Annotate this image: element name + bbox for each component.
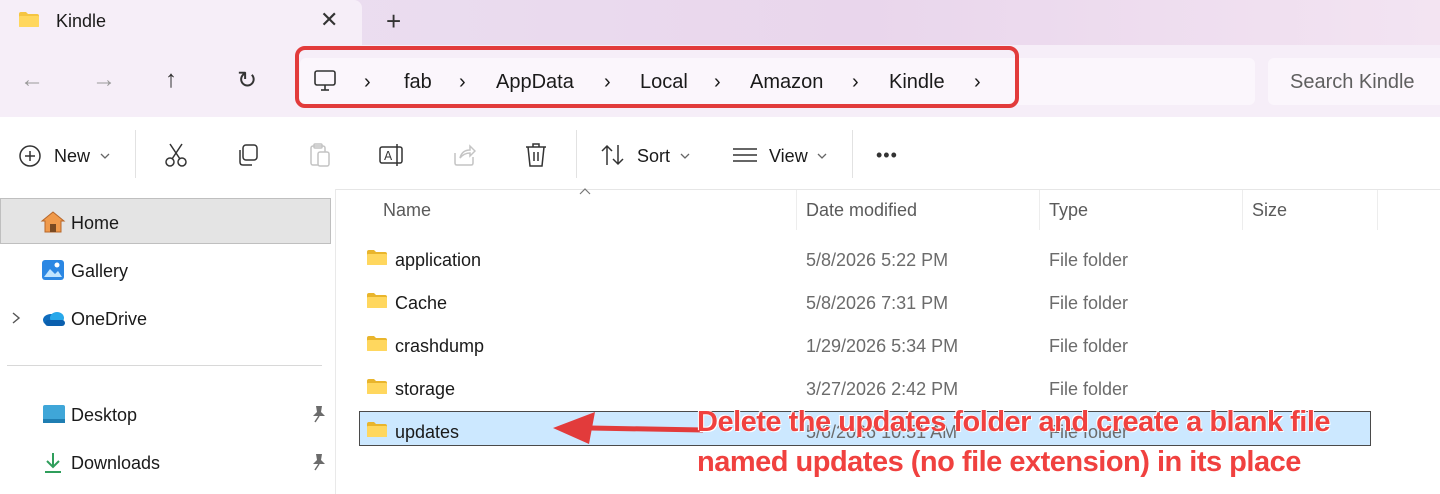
more-options-button[interactable]: •••: [876, 145, 898, 166]
tab-title: Kindle: [56, 11, 107, 31]
folder-icon: [367, 379, 387, 394]
sidebar-item-label: OneDrive: [71, 309, 148, 329]
sort-icon[interactable]: [600, 143, 626, 167]
sidebar-item-label: Home: [71, 213, 120, 233]
view-icon[interactable]: [732, 147, 758, 163]
chevron-down-icon[interactable]: [680, 152, 690, 160]
home-icon: [40, 211, 66, 233]
sidebar-item-label: Gallery: [71, 261, 129, 281]
forward-arrow-icon[interactable]: →: [92, 66, 116, 94]
column-divider[interactable]: [1377, 190, 1378, 230]
delete-trash-icon[interactable]: [525, 142, 547, 168]
column-header-size[interactable]: Size: [1252, 200, 1287, 221]
refresh-icon[interactable]: ↻: [237, 66, 257, 95]
desktop-icon: [43, 405, 65, 423]
folder-icon: [367, 336, 387, 351]
file-name: storage: [395, 379, 456, 399]
file-type: File folder: [1049, 379, 1129, 399]
sidebar-item-label: Downloads: [71, 453, 161, 473]
sidebar-item-label: Desktop: [71, 405, 138, 425]
search-placeholder: Search Kindle: [1290, 71, 1415, 93]
copy-icon[interactable]: [236, 143, 260, 167]
pin-icon[interactable]: [311, 405, 327, 423]
new-plus-icon[interactable]: [18, 144, 42, 168]
paste-icon[interactable]: [308, 142, 332, 168]
file-name: Cache: [395, 293, 448, 313]
file-name: crashdump: [395, 336, 485, 356]
sort-ascending-icon: [579, 188, 591, 195]
svg-text:A: A: [384, 149, 393, 163]
file-date: 1/29/2026 5:34 PM: [806, 336, 959, 356]
sort-button[interactable]: Sort: [637, 146, 670, 167]
rename-icon[interactable]: A: [379, 143, 405, 167]
annotation-line: Delete the updates folder and create a b…: [697, 406, 1331, 438]
file-name: application: [395, 250, 482, 270]
file-type: File folder: [1049, 336, 1129, 356]
toolbar-divider: [135, 130, 136, 178]
tab-kindle[interactable]: [0, 0, 362, 45]
file-name: updates: [395, 422, 460, 442]
share-icon[interactable]: [452, 143, 476, 167]
breadcrumb-highlight-box: [295, 46, 1019, 108]
view-button[interactable]: View: [769, 146, 808, 167]
downloads-icon: [45, 453, 61, 473]
chevron-down-icon[interactable]: [100, 152, 110, 160]
folder-icon: [19, 12, 39, 27]
onedrive-icon: [43, 312, 65, 326]
column-header-date[interactable]: Date modified: [806, 200, 917, 221]
annotation-text: Delete the updates folder and create a b…: [697, 402, 1397, 482]
file-date: 5/8/2026 7:31 PM: [806, 293, 949, 313]
column-divider[interactable]: [1242, 190, 1243, 230]
annotation-arrow-icon: [553, 412, 704, 444]
file-type: File folder: [1049, 250, 1129, 270]
cut-icon[interactable]: [164, 142, 188, 168]
up-arrow-icon[interactable]: ↑: [165, 66, 177, 94]
folder-icon: [367, 422, 387, 437]
folder-icon: [367, 293, 387, 308]
column-divider[interactable]: [1039, 190, 1040, 230]
column-header-name[interactable]: Name: [383, 200, 431, 221]
command-bar: [0, 117, 1440, 190]
close-tab-icon[interactable]: ✕: [320, 7, 338, 33]
pin-icon[interactable]: [311, 453, 327, 471]
back-arrow-icon[interactable]: ←: [20, 66, 44, 94]
file-date: 5/8/2026 5:22 PM: [806, 250, 949, 270]
new-tab-icon[interactable]: +: [386, 6, 401, 37]
folder-icon: [367, 250, 387, 265]
toolbar-divider: [852, 130, 853, 178]
new-button[interactable]: New: [54, 146, 90, 167]
sidebar-divider: [7, 365, 322, 366]
file-type: File folder: [1049, 293, 1129, 313]
gallery-icon: [42, 260, 64, 280]
column-header-type[interactable]: Type: [1049, 200, 1088, 221]
annotation-line: named updates (no file extension) in its…: [697, 446, 1301, 478]
toolbar-divider: [576, 130, 577, 178]
file-date: 3/27/2026 2:42 PM: [806, 379, 959, 399]
chevron-down-icon[interactable]: [817, 152, 827, 160]
column-divider[interactable]: [796, 190, 797, 230]
chevron-right-icon[interactable]: [10, 311, 22, 325]
